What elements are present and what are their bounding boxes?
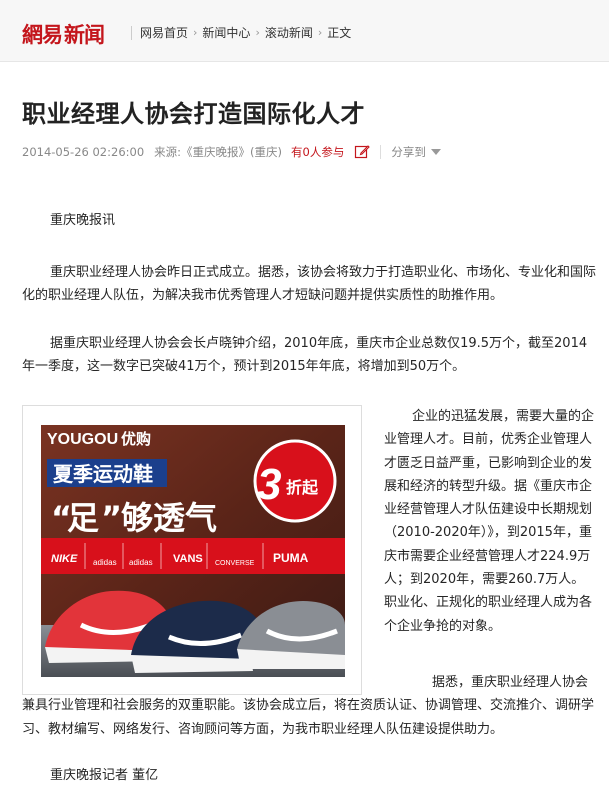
ad-artwork: YOUGOU 优购 夏季运动鞋 “ 足 ” 够透气 3 折起 NIKE adid… [41, 425, 345, 677]
breadcrumb-home[interactable]: 网易首页 [140, 24, 188, 41]
discount-badge: 3 折起 [253, 439, 337, 523]
logo-wangyi: 網易 [22, 22, 63, 47]
article-title: 职业经理人协会打造国际化人才 [22, 99, 365, 128]
paragraph-text: 据重庆职业经理人协会会长卢晓钟介绍，2010年底，重庆市企业总数仅19.5万个，… [22, 336, 588, 374]
meta-divider [380, 145, 382, 159]
comment-edit-icon[interactable] [354, 144, 371, 160]
logo-xinwen: 新闻 [64, 22, 105, 47]
logo-adidas-originals: adidas [93, 558, 117, 567]
paragraph-text: 企业的迅猛发展，需要大量的企业管理人才。目前，优秀企业管理人才匮乏日益严重，已影… [384, 409, 595, 634]
logo-adidas: adidas [129, 558, 153, 567]
chevron-right-icon: › [193, 26, 198, 39]
ad-headline: 夏季运动鞋 [53, 462, 153, 486]
ad-brand-cn: 优购 [121, 430, 151, 448]
logo-vans: VANS [173, 553, 203, 565]
paragraph-text: 重庆职业经理人协会昨日正式成立。据悉，该协会将致力于打造职业化、市场化、专业化和… [22, 265, 597, 303]
article-paragraph-4: 企业的迅猛发展，需要大量的企业管理人才。目前，优秀企业管理人才匮乏日益严重，已影… [384, 405, 597, 638]
yougou-shoe-ad[interactable]: YOUGOU 优购 夏季运动鞋 “ 足 ” 够透气 3 折起 NIKE adid… [41, 425, 345, 677]
discount-text: 折起 [286, 478, 319, 497]
article-paragraph-3: 据重庆职业经理人协会会长卢晓钟介绍，2010年底，重庆市企业总数仅19.5万个，… [22, 332, 597, 378]
netease-news-logo[interactable]: 網易 新闻 [22, 18, 105, 50]
chevron-right-icon: › [255, 26, 260, 39]
discount-number: 3 [257, 460, 281, 509]
ad-brand: YOUGOU [47, 431, 118, 448]
byline-text: 重庆晚报记者 董亿 [50, 768, 159, 783]
breadcrumb-divider [131, 25, 132, 40]
publish-datetime: 2014-05-26 02:26:00 [22, 145, 145, 159]
article-source[interactable]: 来源:《重庆晚报》(重庆) [154, 144, 282, 160]
top-navigation-bar: 網易 新闻 网易首页 › 新闻中心 › 滚动新闻 › 正文 [0, 0, 609, 62]
article-byline: 重庆晚报记者 董亿 [22, 764, 597, 787]
caret-down-icon[interactable] [430, 149, 441, 155]
ad-slogan-key: 足 [67, 499, 99, 537]
paragraph-text: 据悉，重庆职业经理人协会兼具行业管理和社会服务的双重职能。该协会成立后，将在资质… [22, 675, 595, 737]
breadcrumb-current: 正文 [327, 26, 352, 40]
breadcrumb: 网易首页 › 新闻中心 › 滚动新闻 › 正文 [131, 24, 351, 41]
share-button[interactable]: 分享到 [391, 144, 426, 160]
article-paragraph-1: 重庆晚报讯 [22, 209, 597, 232]
advertisement-box[interactable]: YOUGOU 优购 夏季运动鞋 “ 足 ” 够透气 3 折起 NIKE adid… [22, 405, 362, 695]
logo-puma: PUMA [273, 551, 309, 565]
participants-link[interactable]: 有0人参与 [291, 144, 344, 160]
paragraph-text: 重庆晚报讯 [50, 213, 116, 228]
article-paragraph-5: 据悉，重庆职业经理人协会兼具行业管理和社会服务的双重职能。该协会成立后，将在资质… [22, 671, 597, 741]
chevron-right-icon: › [317, 26, 323, 39]
breadcrumb-rolling-news[interactable]: 滚动新闻 [265, 24, 313, 41]
logo-converse: CONVERSE [215, 560, 255, 567]
article-meta: 2014-05-26 02:26:00 来源:《重庆晚报》(重庆) 有0人参与 … [22, 144, 441, 160]
ad-slogan-quote-close: ” [101, 499, 122, 537]
article-paragraph-2: 重庆职业经理人协会昨日正式成立。据悉，该协会将致力于打造职业化、市场化、专业化和… [22, 261, 597, 307]
breadcrumb-news-center[interactable]: 新闻中心 [202, 24, 250, 41]
logo-nike: NIKE [51, 553, 78, 565]
ad-slogan-rest: 够透气 [121, 499, 217, 537]
